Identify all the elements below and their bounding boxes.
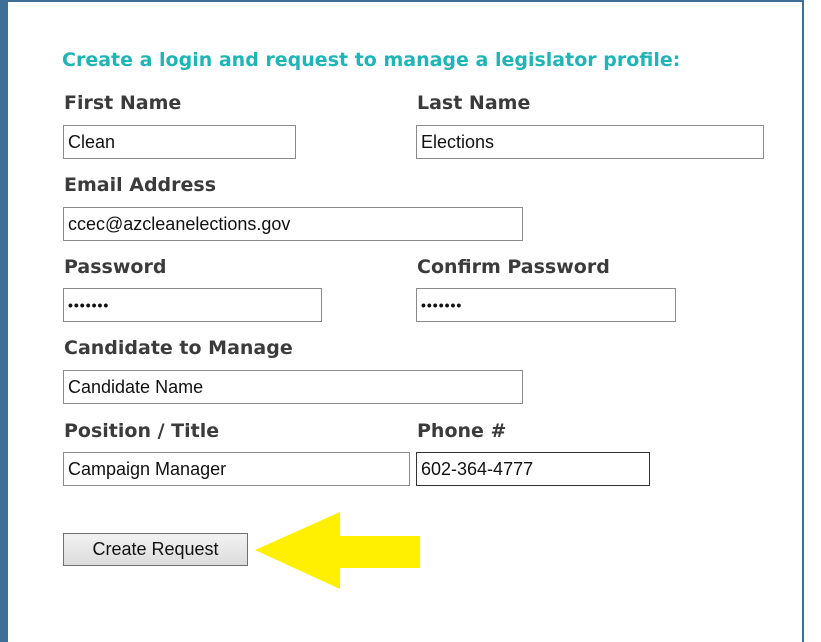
- form-panel: Create a login and request to manage a l…: [0, 0, 821, 642]
- password-label: Password: [64, 256, 167, 278]
- last-name-label: Last Name: [417, 92, 531, 114]
- confirm-password-field[interactable]: •••••••: [416, 288, 676, 322]
- phone-field[interactable]: 602-364-4777: [416, 452, 650, 486]
- email-field[interactable]: ccec@azcleanelections.gov: [63, 207, 523, 241]
- candidate-field[interactable]: Candidate Name: [63, 370, 523, 404]
- phone-label: Phone #: [417, 420, 507, 442]
- password-field[interactable]: •••••••: [63, 288, 322, 322]
- panel-border-top: [0, 0, 804, 2]
- first-name-label: First Name: [64, 92, 182, 114]
- panel-border-left: [0, 0, 8, 642]
- first-name-field[interactable]: Clean: [63, 125, 296, 159]
- last-name-field[interactable]: Elections: [416, 125, 764, 159]
- email-label: Email Address: [64, 174, 217, 196]
- position-field[interactable]: Campaign Manager: [63, 452, 410, 486]
- arrow-left-icon: [255, 512, 420, 589]
- confirm-password-label: Confirm Password: [417, 256, 610, 278]
- create-request-button[interactable]: Create Request: [63, 533, 248, 566]
- form-heading: Create a login and request to manage a l…: [62, 49, 681, 71]
- panel-border-right: [802, 0, 804, 642]
- position-label: Position / Title: [64, 420, 220, 442]
- candidate-label: Candidate to Manage: [64, 337, 293, 359]
